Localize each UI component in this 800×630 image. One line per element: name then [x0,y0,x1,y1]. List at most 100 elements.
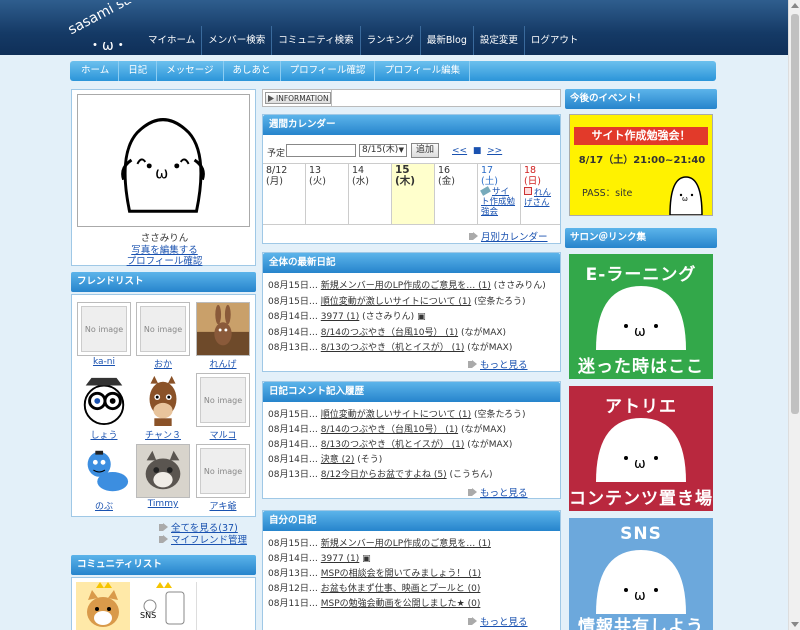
day-cell[interactable]: 13 (火) [306,164,349,224]
diary-link[interactable]: MSPの相談会を開いてみましょう！ (1) [321,569,481,579]
current-week-link[interactable]: ■ [473,146,482,156]
friend-item[interactable]: No image アキ爺 [196,444,250,512]
no-image-placeholder: No image [140,306,186,352]
day-cell-today[interactable]: 15 (木) [392,164,435,224]
day-cell[interactable]: 14 (水) [349,164,392,224]
list-item: 08月14日… 8/13のつぶやき（机とイスが） (1) (ながMAX) [268,440,513,450]
svg-text:ω: ω [634,588,646,604]
friend-name[interactable]: れんげ [196,357,250,370]
site-logo[interactable]: sasami salon ・ω・ [68,2,142,54]
friend-item[interactable]: しょう [77,373,131,441]
no-image-placeholder: No image [200,448,246,494]
friend-item[interactable]: No image マルコ [196,373,250,441]
date-select[interactable]: 8/15(木) ▼ [359,144,407,157]
add-button[interactable]: 追加 [411,143,439,158]
profile-avatar[interactable]: ω [77,94,250,227]
scroll-down-icon[interactable] [791,622,799,627]
svg-text:SNS: SNS [140,611,156,620]
subnav-profile-check[interactable]: プロフィール確認 [281,61,376,81]
diary-link[interactable]: 順位変動が激しいサイトについて (1) [321,410,471,420]
friend-item[interactable]: No image ka-ni [77,302,131,367]
friend-name[interactable]: おか [136,357,190,370]
prev-week-link[interactable]: << [452,146,467,156]
friend-item[interactable]: チャン３ [136,373,190,441]
day-cell-sunday[interactable]: 18 (日) れんげさん [521,164,560,224]
diary-link[interactable]: 新規メンバー用のLP作成のご意見を… (1) [321,281,491,291]
nav-logout[interactable]: ログアウト [525,26,585,55]
community-list-title: コミュニティリスト [71,555,256,575]
list-item: 08月15日… 順位変動が激しいサイトについて (1) (空条たろう) [268,410,526,420]
event-link[interactable]: サイト作成勉強会 [480,186,517,217]
day-cell[interactable]: 8/12 (月) [263,164,306,224]
svg-text:ω: ω [634,456,646,472]
nav-community-search[interactable]: コミュニティ検索 [272,26,361,55]
more-link[interactable]: もっと見る [466,357,528,371]
sns-banner[interactable]: SNS ω 情報共有しよう [569,518,713,630]
subnav-message[interactable]: メッセージ [157,61,224,81]
monthly-calendar-link[interactable]: 月別カレンダー [467,229,548,243]
next-week-link[interactable]: >> [487,146,502,156]
friend-name[interactable]: チャン３ [136,428,190,441]
friend-item[interactable]: れんげ [196,302,250,370]
nav-myhome[interactable]: マイホーム [142,26,203,55]
no-image-placeholder: No image [81,306,127,352]
vertical-scrollbar[interactable] [788,0,800,630]
friend-name[interactable]: アキ爺 [196,499,250,512]
nav-ranking[interactable]: ランキング [361,26,421,55]
list-item: 08月14日… 3977 (1) (ささみりん) ▣ [268,312,426,322]
nav-member-search[interactable]: メンバー検索 [202,26,273,55]
diary-link[interactable]: MSPの勉強会動画を公開しました★ (0) [321,599,481,609]
diary-link[interactable]: 8/14のつぶやき（台風10号） (1) [321,425,458,435]
friend-item[interactable]: No image おか [136,302,190,370]
schedule-input[interactable] [286,144,356,157]
event-banner[interactable]: サイト作成勉強会！ 8/17（土）21:00~21:40 PASS：site ω [569,114,713,216]
nav-latest-blog[interactable]: 最新Blog [421,26,474,55]
events-title: 今後のイベント！ [565,89,717,109]
day-cell[interactable]: 16 (金) [435,164,478,224]
diary-link[interactable]: 新規メンバー用のLP作成のご意見を… (1) [321,539,491,549]
subnav-profile-edit[interactable]: プロフィール編集 [375,61,471,81]
friend-name[interactable]: ka-ni [77,357,131,367]
elearning-banner[interactable]: E-ラーニング ω 迷った時はここ [569,254,713,379]
day-cell-saturday[interactable]: 17 (土) サイト作成勉強会 [478,164,521,224]
diary-link[interactable]: お盆も休まず仕事、映画とプールと (0) [321,584,481,594]
birthday-link[interactable]: れんげさん [524,187,557,208]
diary-link[interactable]: 8/13のつぶやき（机とイスが） (1) [321,343,465,353]
arrow-icon [467,232,479,240]
diary-link[interactable]: 3977 (1) [321,554,360,564]
more-link[interactable]: もっと見る [466,485,528,499]
diary-link[interactable]: 3977 (1) [321,312,360,322]
manage-friends[interactable]: マイフレンド管理 [157,532,247,546]
friend-photo [136,444,190,498]
community-item[interactable] [76,582,130,630]
friend-item[interactable]: のぶ [77,444,131,512]
more-link[interactable]: もっと見る [466,614,528,628]
diary-link[interactable]: 8/12今日からお盆ですよね (5) [321,470,447,480]
friend-name[interactable]: Timmy [136,499,190,509]
scroll-up-icon[interactable] [791,3,799,8]
banner-bottom-text: 情報共有しよう [578,617,704,630]
comment-history-box: 日記コメント記入履歴 08月15日… 順位変動が激しいサイトについて (1) (… [262,381,561,499]
diary-link[interactable]: 8/13のつぶやき（机とイスが） (1) [321,440,465,450]
friend-item[interactable]: Timmy [136,444,190,509]
friend-name[interactable]: のぶ [77,499,131,512]
subnav-diary[interactable]: 日記 [119,61,158,81]
diary-link[interactable]: 決意 (2) [321,455,355,465]
diary-link[interactable]: 8/14のつぶやき（台風10号） (1) [321,328,458,338]
friend-name[interactable]: しょう [77,428,131,441]
diary-link[interactable]: 順位変動が激しいサイトについて (1) [321,297,471,307]
friend-name[interactable]: マルコ [196,428,250,441]
atelier-banner[interactable]: アトリエ ω コンテンツ置き場 [569,386,713,511]
dropdown-icon: ▼ [398,146,404,154]
list-item: 08月13日… 8/12今日からお盆ですよね (5) (こうちん) [268,470,493,480]
arrow-icon [466,488,478,496]
subnav-home[interactable]: ホーム [72,61,120,81]
comment-history-title: 日記コメント記入履歴 [263,382,560,402]
profile-check-link[interactable]: プロフィール確認 [72,253,257,267]
community-item[interactable]: SNS [136,582,190,630]
weekly-calendar: 週間カレンダー 予定 8/15(木) ▼ 追加 << ■ >> 8/12 (月) 1… [262,114,561,244]
glasses-face-icon [83,377,125,426]
scroll-thumb[interactable] [791,14,799,414]
subnav-footprints[interactable]: あしあと [224,61,281,81]
nav-settings[interactable]: 設定変更 [474,26,525,55]
